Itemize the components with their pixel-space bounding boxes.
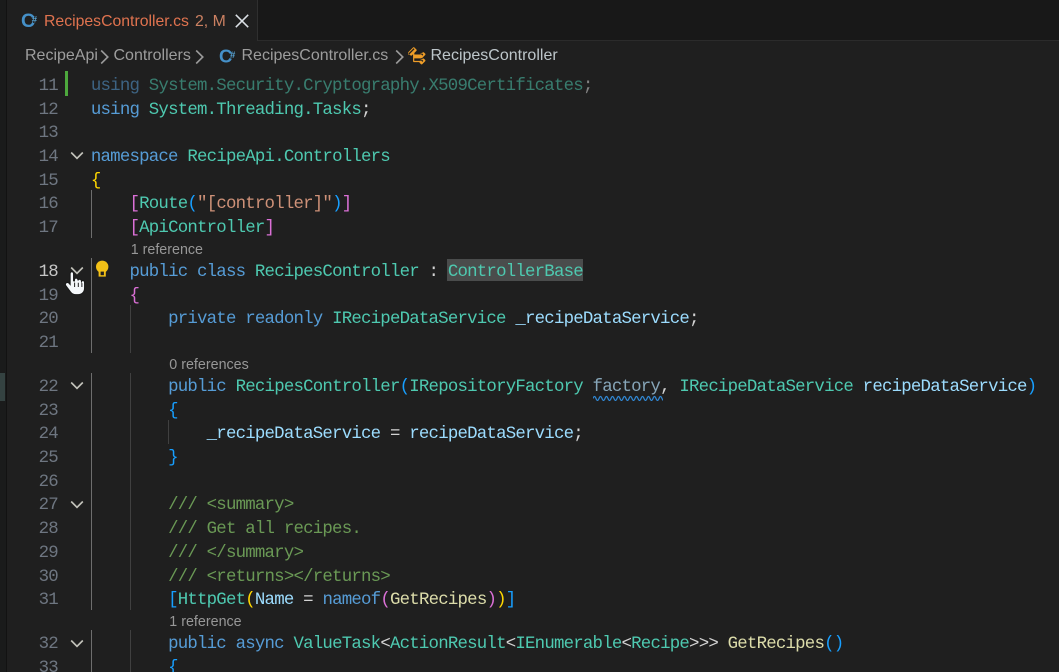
svg-text:#: # [230, 50, 236, 61]
svg-text:#: # [32, 14, 38, 25]
